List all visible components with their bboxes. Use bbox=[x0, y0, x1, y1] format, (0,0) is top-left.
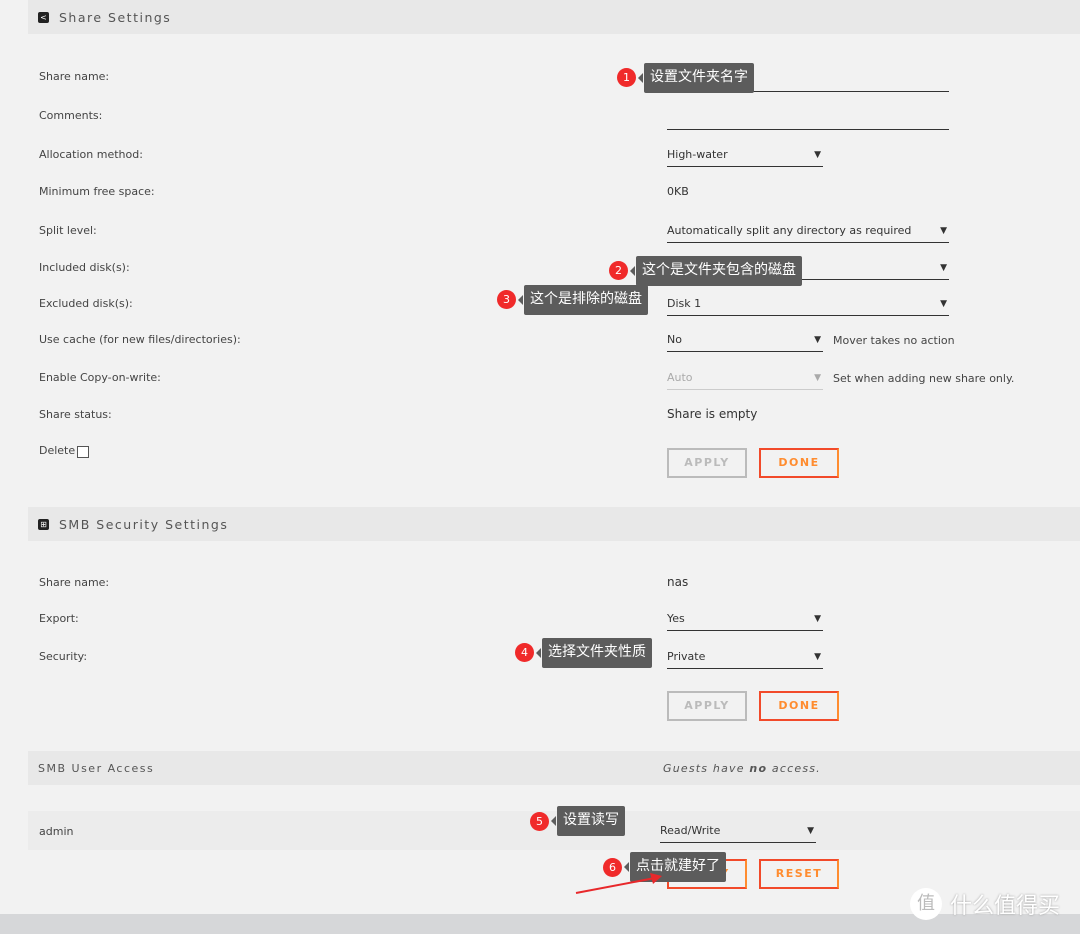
dropdown-arrow-icon: ▼ bbox=[940, 226, 947, 236]
dropdown-arrow-icon: ▼ bbox=[814, 652, 821, 662]
delete-checkbox[interactable] bbox=[77, 446, 89, 458]
section-title: SMB Security Settings bbox=[59, 516, 229, 532]
watermark: 值什么值得买 bbox=[910, 888, 1060, 920]
annotation-badge: 1 bbox=[617, 68, 636, 87]
smb-done-button[interactable]: DONE bbox=[759, 691, 839, 721]
export-select[interactable]: Yes ▼ bbox=[667, 611, 823, 631]
label-security: Security: bbox=[39, 650, 88, 663]
split-value: Automatically split any directory as req… bbox=[667, 224, 912, 237]
label-export: Export: bbox=[39, 612, 79, 625]
user-access-value: Read/Write bbox=[660, 824, 721, 837]
annotation-badge: 3 bbox=[497, 290, 516, 309]
allocation-select[interactable]: High-water ▼ bbox=[667, 147, 823, 167]
label-share-name: Share name: bbox=[39, 70, 110, 83]
share-status: Share is empty bbox=[667, 407, 758, 421]
smb-security-header: ⊞ SMB Security Settings bbox=[28, 507, 1080, 541]
annotation-tooltip: 这个是文件夹包含的磁盘 bbox=[630, 256, 802, 286]
done-button[interactable]: DONE bbox=[759, 448, 839, 478]
label-split: Split level: bbox=[39, 224, 97, 237]
smb-share-name: nas bbox=[667, 575, 689, 589]
cow-select[interactable]: Auto ▼ bbox=[667, 370, 823, 390]
dropdown-arrow-icon: ▼ bbox=[940, 299, 947, 309]
cow-note: Set when adding new share only. bbox=[833, 372, 1015, 385]
dropdown-arrow-icon: ▼ bbox=[814, 150, 821, 160]
section-title: SMB User Access bbox=[38, 761, 155, 775]
user-access-select[interactable]: Read/Write ▼ bbox=[660, 823, 816, 843]
excluded-disks-select[interactable]: Disk 1 ▼ bbox=[667, 296, 949, 316]
security-value: Private bbox=[667, 650, 706, 663]
label-min-free: Minimum free space: bbox=[39, 185, 155, 198]
label-delete: Delete bbox=[39, 444, 76, 457]
reset-button[interactable]: RESET bbox=[759, 859, 839, 889]
windows-icon: ⊞ bbox=[38, 518, 49, 530]
label-comments: Comments: bbox=[39, 109, 103, 122]
guest-note-post: access. bbox=[767, 761, 821, 775]
watermark-logo-icon: 值 bbox=[910, 888, 942, 920]
excluded-value: Disk 1 bbox=[667, 297, 702, 310]
guest-note-pre: Guests have bbox=[663, 761, 750, 775]
smb-user-access-header: SMB User Access Guests have no access. bbox=[28, 751, 1080, 785]
dropdown-arrow-icon: ▼ bbox=[814, 614, 821, 624]
watermark-text: 什么值得买 bbox=[950, 894, 1061, 919]
share-settings-header: < Share Settings bbox=[28, 0, 1080, 34]
annotation-badge: 5 bbox=[530, 812, 549, 831]
label-cache: Use cache (for new files/directories): bbox=[39, 333, 241, 346]
cow-value: Auto bbox=[667, 371, 693, 384]
security-select[interactable]: Private ▼ bbox=[667, 649, 823, 669]
annotation-badge: 4 bbox=[515, 643, 534, 662]
comments-input[interactable] bbox=[667, 110, 949, 130]
label-smb-share-name: Share name: bbox=[39, 576, 110, 589]
section-title: Share Settings bbox=[59, 9, 172, 25]
annotation-tooltip: 设置文件夹名字 bbox=[638, 63, 754, 93]
dropdown-arrow-icon: ▼ bbox=[940, 263, 947, 273]
annotation-tooltip: 这个是排除的磁盘 bbox=[518, 285, 648, 315]
arrow-icon bbox=[575, 873, 662, 894]
smb-apply-button[interactable]: APPLY bbox=[667, 691, 747, 721]
dropdown-arrow-icon: ▼ bbox=[814, 373, 821, 383]
annotation-tooltip: 设置读写 bbox=[551, 806, 625, 836]
export-value: Yes bbox=[667, 612, 685, 625]
share-icon: < bbox=[38, 11, 49, 23]
cache-value: No bbox=[667, 333, 682, 346]
label-status: Share status: bbox=[39, 408, 112, 421]
split-level-select[interactable]: Automatically split any directory as req… bbox=[667, 223, 949, 243]
label-cow: Enable Copy-on-write: bbox=[39, 371, 161, 384]
allocation-value: High-water bbox=[667, 148, 728, 161]
dropdown-arrow-icon: ▼ bbox=[807, 826, 814, 836]
annotation-tooltip: 选择文件夹性质 bbox=[536, 638, 652, 668]
use-cache-select[interactable]: No ▼ bbox=[667, 332, 823, 352]
dropdown-arrow-icon: ▼ bbox=[814, 335, 821, 345]
guest-note: Guests have no access. bbox=[663, 762, 821, 775]
min-free-input[interactable]: 0KB bbox=[667, 184, 949, 204]
guest-note-bold: no bbox=[749, 761, 768, 775]
apply-button[interactable]: APPLY bbox=[667, 448, 747, 478]
label-included: Included disk(s): bbox=[39, 261, 130, 274]
label-excluded: Excluded disk(s): bbox=[39, 297, 133, 310]
label-allocation: Allocation method: bbox=[39, 148, 143, 161]
annotation-badge: 2 bbox=[609, 261, 628, 280]
user-name: admin bbox=[39, 825, 74, 838]
cache-note: Mover takes no action bbox=[833, 334, 955, 347]
